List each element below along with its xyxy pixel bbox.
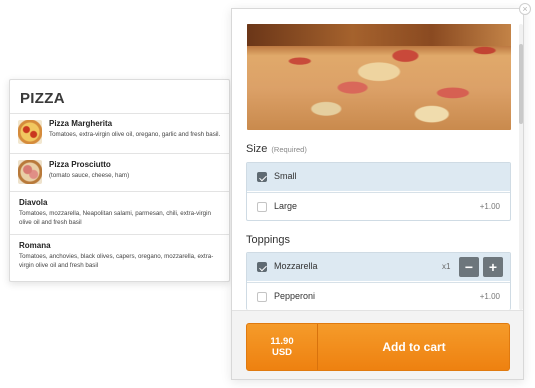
size-section-label: Size (Required) [246, 143, 307, 155]
add-to-cart-button[interactable]: 11.90 USD Add to cart [246, 323, 510, 371]
size-option-large[interactable]: Large +1.00 [247, 192, 510, 220]
scrollbar-thumb[interactable] [519, 44, 523, 124]
menu-item-name: Pizza Prosciutto [49, 160, 111, 169]
product-panel: Size (Required) Small Large +1.00 Topping… [231, 8, 524, 380]
menu-item-prosciutto[interactable]: Pizza Prosciutto (tomato sauce, cheese, … [10, 153, 229, 191]
add-to-cart-label: Add to cart [382, 340, 446, 354]
checkbox-checked[interactable] [257, 262, 267, 272]
menu-item-description: Tomatoes, anchovies, black olives, caper… [19, 253, 214, 269]
toppings-options: Mozzarella x1 − + Pepperoni +1.00 [246, 252, 511, 310]
size-options: Small Large +1.00 [246, 162, 511, 221]
option-price: +1.00 [479, 292, 500, 301]
topping-option-pepperoni[interactable]: Pepperoni +1.00 [247, 282, 510, 310]
menu-item-name: Romana [19, 241, 51, 250]
menu-item-description: Tomatoes, extra-virgin olive oil, oregan… [49, 131, 221, 138]
size-option-small[interactable]: Small [247, 163, 510, 191]
panel-footer: 11.90 USD Add to cart [232, 310, 523, 379]
price-currency: USD [271, 347, 293, 358]
option-label: Pepperoni [274, 291, 316, 301]
close-icon[interactable]: × [519, 3, 531, 15]
checkbox[interactable] [257, 202, 267, 212]
increase-quantity-button[interactable]: + [483, 257, 503, 277]
pizza-thumbnail [18, 160, 42, 184]
cart-price: 11.90 USD [247, 324, 318, 370]
option-price: +1.00 [479, 202, 500, 211]
menu-item-name: Diavola [19, 198, 48, 207]
option-label: Large [274, 201, 298, 211]
required-note: (Required) [271, 145, 307, 154]
menu-item-description: Tomatoes, mozzarella, Neapolitan salami,… [19, 210, 211, 226]
price-amount: 11.90 [270, 336, 294, 347]
decrease-quantity-button[interactable]: − [459, 257, 479, 277]
menu-title: PIZZA [20, 90, 65, 107]
size-label: Size [246, 143, 268, 155]
toppings-label: Toppings [246, 234, 291, 246]
quantity-value: x1 [442, 262, 451, 271]
topping-option-mozzarella[interactable]: Mozzarella x1 − + [247, 253, 510, 281]
checkbox-checked[interactable] [257, 172, 267, 182]
toppings-section-label: Toppings [246, 234, 290, 246]
option-label: Mozzarella [274, 261, 318, 271]
menu-item-romana[interactable]: Romana Tomatoes, anchovies, black olives… [10, 234, 229, 281]
menu-item-description: (tomato sauce, cheese, ham) [49, 172, 130, 179]
pizza-menu-card: PIZZA Pizza Margherita Tomatoes, extra-v… [9, 79, 230, 282]
menu-item-diavola[interactable]: Diavola Tomatoes, mozzarella, Neapolitan… [10, 191, 229, 234]
checkbox[interactable] [257, 292, 267, 302]
pizza-photo [247, 24, 511, 130]
menu-item-margherita[interactable]: Pizza Margherita Tomatoes, extra-virgin … [10, 113, 229, 153]
menu-item-name: Pizza Margherita [49, 119, 113, 128]
option-label: Small [274, 171, 297, 181]
pizza-thumbnail [18, 120, 42, 144]
